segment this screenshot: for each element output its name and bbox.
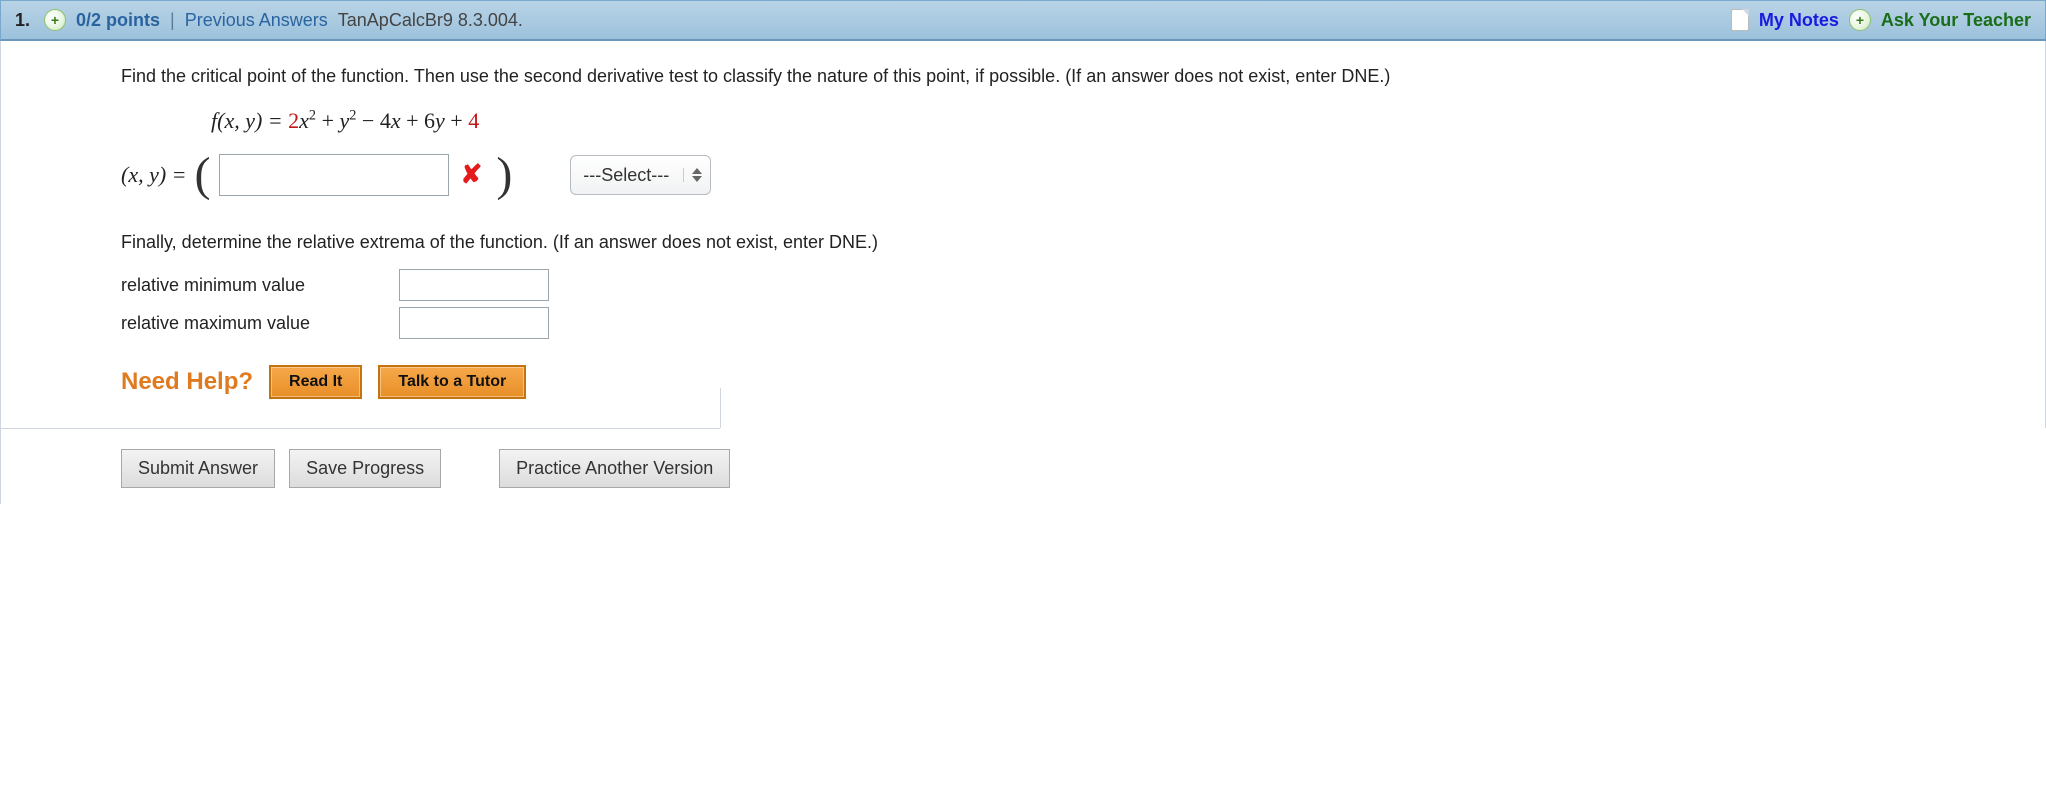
previous-answers-link[interactable]: Previous Answers xyxy=(185,10,328,31)
paren-open-icon: ( xyxy=(193,151,213,199)
incorrect-icon: ✘ xyxy=(461,156,483,194)
header-right: My Notes + Ask Your Teacher xyxy=(1731,9,2031,31)
critical-point-row: (x, y) = ( ✘ ) ---Select--- xyxy=(121,151,1935,199)
equation: f(x, y) = 2x2 + y2 − 4x + 6y + 4 xyxy=(211,105,1935,137)
critical-point-label: (x, y) = xyxy=(121,159,187,191)
paren-close-icon: ) xyxy=(494,151,514,199)
separator: | xyxy=(170,10,175,31)
eq-plus-1: + xyxy=(322,108,340,133)
relative-min-input[interactable] xyxy=(399,269,549,301)
relative-max-label: relative maximum value xyxy=(121,310,381,336)
relative-min-row: relative minimum value xyxy=(121,269,1935,301)
eq-var-x: x xyxy=(299,108,309,133)
eq-plus-3: + xyxy=(450,108,468,133)
eq-coef-1: 2 xyxy=(288,108,299,133)
question-body: Find the critical point of the function.… xyxy=(0,41,2046,428)
bottom-button-bar: Submit Answer Save Progress Practice Ano… xyxy=(0,429,2046,504)
question-number: 1. xyxy=(15,10,30,31)
plus-icon[interactable]: + xyxy=(1849,9,1871,31)
relative-max-row: relative maximum value xyxy=(121,307,1935,339)
problem-id: TanApCalcBr9 8.3.004. xyxy=(338,10,523,31)
ask-teacher-link[interactable]: Ask Your Teacher xyxy=(1881,10,2031,31)
submit-answer-button[interactable]: Submit Answer xyxy=(121,449,275,488)
need-help-label: Need Help? xyxy=(121,365,253,400)
need-help-row: Need Help? Read It Talk to a Tutor xyxy=(121,365,1935,400)
divider xyxy=(0,428,2046,429)
my-notes-link[interactable]: My Notes xyxy=(1759,10,1839,31)
note-icon[interactable] xyxy=(1731,9,1749,31)
practice-another-version-button[interactable]: Practice Another Version xyxy=(499,449,730,488)
header-left: 1. + 0/2 points | Previous Answers TanAp… xyxy=(15,9,523,31)
critical-point-input[interactable] xyxy=(219,154,449,196)
relative-max-input[interactable] xyxy=(399,307,549,339)
points-link[interactable]: 0/2 points xyxy=(76,10,160,31)
eq-const: 4 xyxy=(468,108,479,133)
classification-select[interactable]: ---Select--- xyxy=(570,155,711,195)
save-progress-button[interactable]: Save Progress xyxy=(289,449,441,488)
question-header: 1. + 0/2 points | Previous Answers TanAp… xyxy=(0,0,2046,41)
eq-var-y: y xyxy=(339,108,349,133)
eq-term-3: 4 xyxy=(380,108,391,133)
chevron-updown-icon xyxy=(683,168,702,182)
read-it-button[interactable]: Read It xyxy=(269,365,362,399)
prompt-text: Find the critical point of the function.… xyxy=(121,63,1935,89)
eq-plus-2: + xyxy=(406,108,424,133)
relative-min-label: relative minimum value xyxy=(121,272,381,298)
extrema-prompt: Finally, determine the relative extrema … xyxy=(121,229,1935,255)
eq-lhs: f(x, y) = xyxy=(211,108,288,133)
eq-minus: − xyxy=(362,108,380,133)
expand-icon[interactable]: + xyxy=(44,9,66,31)
talk-to-tutor-button[interactable]: Talk to a Tutor xyxy=(378,365,526,399)
select-value: ---Select--- xyxy=(583,162,669,188)
